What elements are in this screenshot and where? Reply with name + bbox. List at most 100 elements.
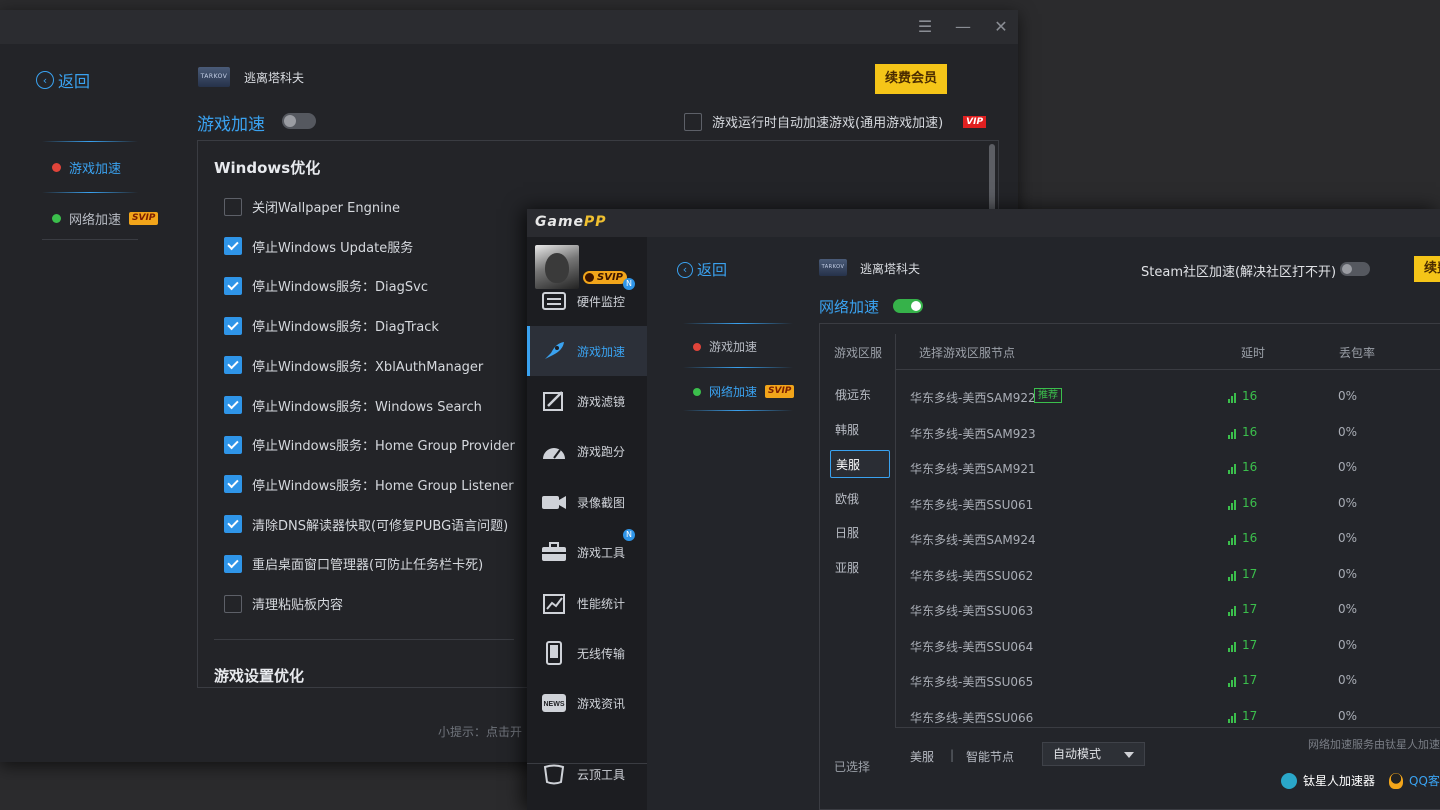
table-row[interactable]: 华东多线-美西SSU063 17 0% — [910, 592, 1440, 627]
nav-item[interactable]: 游戏滤镜 — [527, 376, 647, 426]
qq-support-link[interactable]: QQ客服 — [1409, 772, 1440, 789]
nav-item[interactable]: 游戏加速 — [527, 326, 647, 376]
section-title: 游戏加速 — [197, 115, 265, 135]
table-row[interactable]: 华东多线-美西SAM923 16 0% — [910, 415, 1440, 450]
option-item[interactable]: 停止Windows服务：DiagSvc — [224, 276, 428, 295]
steam-accel-toggle[interactable] — [1340, 262, 1370, 276]
back-button[interactable]: ‹ 返回 — [36, 68, 90, 92]
latency-value: 17 — [1242, 708, 1258, 723]
nav-item-label: 性能统计 — [577, 596, 626, 611]
table-row[interactable]: 华东多线-美西SAM921 16 0% — [910, 450, 1440, 485]
back-arrow-icon: ‹ — [677, 261, 693, 278]
option-item[interactable]: 清理粘贴板内容 — [224, 594, 343, 613]
table-row[interactable]: 华东多线-美西SSU065 17 0% — [910, 663, 1440, 698]
signal-bars-icon — [1228, 677, 1236, 687]
nav-item-label: 录像截图 — [577, 495, 626, 510]
divider — [895, 369, 1440, 370]
option-checkbox[interactable] — [224, 475, 242, 494]
table-row[interactable]: 华东多线-美西SAM922 推荐 16 0% — [910, 379, 1440, 414]
renew-vip-button[interactable]: 续费 — [1414, 256, 1440, 282]
option-item[interactable]: 停止Windows服务：Home Group Provider — [224, 435, 515, 454]
nav-item[interactable]: 无线传输 — [527, 628, 647, 678]
node-name: 华东多线-美西SAM922 — [910, 391, 1036, 405]
gamepp-main-window: GamePP SVIP 硬件监控 N 游戏加速 游戏滤镜 游戏跑分 录像截图 游戏工具 N 性能… — [527, 209, 1440, 810]
side-item-game-accel[interactable]: 游戏加速 — [52, 158, 121, 177]
vip-tag: VIP — [963, 115, 987, 128]
region-item[interactable]: 韩服 — [830, 416, 890, 444]
option-item[interactable]: 停止Windows服务：DiagTrack — [224, 316, 439, 335]
signal-bars-icon — [1228, 570, 1236, 581]
nav-item-label: 游戏滤镜 — [577, 394, 626, 409]
region-item[interactable]: 美服 — [830, 450, 890, 479]
option-label: 停止Windows服务：DiagTrack — [252, 320, 439, 336]
option-item[interactable]: 关闭Wallpaper Engnine — [224, 197, 400, 216]
nav-item[interactable]: 性能统计 — [527, 578, 647, 628]
option-checkbox[interactable] — [224, 197, 242, 216]
region-item[interactable]: 欧俄 — [830, 485, 890, 513]
back-button[interactable]: ‹ 返回 — [677, 259, 727, 280]
new-badge: N — [623, 529, 635, 541]
partner-name: 钛星人加速器 — [1303, 774, 1376, 788]
scrollbar[interactable] — [989, 144, 995, 214]
divider — [42, 239, 138, 240]
nav-item[interactable]: 游戏工具 N — [527, 527, 647, 577]
chart-icon — [541, 592, 567, 614]
option-checkbox[interactable] — [224, 515, 242, 534]
nav-item[interactable]: 云顶工具 — [527, 749, 647, 799]
recommend-tag: 推荐 — [1034, 388, 1062, 403]
option-item[interactable]: 停止Windows服务：Windows Search — [224, 396, 482, 415]
node-name: 华东多线-美西SSU066 — [910, 710, 1034, 725]
loss-value: 0% — [1338, 460, 1358, 474]
region-item[interactable]: 俄远东 — [830, 381, 890, 409]
nav-item[interactable]: 硬件监控 N — [527, 276, 647, 326]
option-label: 清除DNS解读器快取(可修复PUBG语言问题) — [252, 518, 509, 534]
option-checkbox[interactable] — [224, 554, 242, 573]
net-accel-toggle[interactable] — [893, 299, 923, 313]
side-item-net-accel[interactable]: 网络加速 SVIP — [52, 209, 159, 228]
renew-vip-button[interactable]: 续费会员 — [875, 64, 947, 94]
table-row[interactable]: 华东多线-美西SAM924 16 0% — [910, 521, 1440, 556]
option-checkbox[interactable] — [224, 435, 242, 454]
table-row[interactable]: 华东多线-美西SSU062 17 0% — [910, 557, 1440, 592]
option-label: 清理粘贴板内容 — [252, 598, 344, 613]
option-checkbox[interactable] — [224, 237, 242, 256]
table-row[interactable]: 华东多线-美西SSU061 16 0% — [910, 486, 1440, 521]
menu-icon[interactable]: ☰ — [914, 16, 936, 38]
option-item[interactable]: 停止Windows服务：XblAuthManager — [224, 356, 483, 375]
nav-item[interactable]: 游戏跑分 — [527, 426, 647, 476]
option-item[interactable]: 重启桌面窗口管理器(可防止任务栏卡死) — [224, 554, 483, 573]
game-accel-toggle[interactable] — [282, 113, 316, 129]
auto-accel-option[interactable]: 游戏运行时自动加速游戏(通用游戏加速) VIP — [684, 112, 987, 131]
option-label: 停止Windows服务：DiagSvc — [252, 280, 428, 296]
option-checkbox[interactable] — [224, 276, 242, 295]
option-checkbox[interactable] — [224, 316, 242, 335]
chevron-down-icon — [1124, 752, 1134, 758]
table-row[interactable]: 华东多线-美西SSU064 17 0% — [910, 628, 1440, 663]
side-item-net-accel[interactable]: 网络加速 SVIP — [693, 383, 795, 400]
game-name: 逃离塔科夫 — [244, 71, 305, 85]
side-item-game-accel[interactable]: 游戏加速 — [693, 338, 757, 355]
option-item[interactable]: 停止Windows Update服务 — [224, 237, 413, 256]
phone-icon — [541, 641, 567, 665]
steam-accel-label: Steam社区加速(解决社区打不开) — [1141, 265, 1337, 280]
table-row[interactable]: 华东多线-美西SSU066 17 0% — [910, 699, 1440, 734]
region-item[interactable]: 亚服 — [830, 554, 890, 582]
nav-item[interactable]: NEWS 游戏资讯 — [527, 678, 647, 728]
option-item[interactable]: 停止Windows服务：Home Group Listener — [224, 475, 514, 494]
latency-value: 17 — [1242, 637, 1258, 652]
mode-dropdown[interactable]: 自动模式 — [1042, 742, 1145, 766]
auto-accel-checkbox[interactable] — [684, 112, 702, 131]
nav-item[interactable]: 录像截图 — [527, 477, 647, 527]
game-settings-title: 游戏设置优化 — [214, 667, 305, 685]
divider-text: | — [950, 748, 955, 762]
option-checkbox[interactable] — [224, 396, 242, 414]
close-icon[interactable]: ✕ — [990, 16, 1012, 38]
hardware-monitor-icon — [541, 290, 567, 312]
latency-cell: 17 — [1228, 709, 1257, 723]
option-checkbox[interactable] — [224, 356, 242, 375]
minimize-icon[interactable]: — — [952, 16, 974, 38]
region-item[interactable]: 日服 — [830, 519, 890, 547]
option-item[interactable]: 清除DNS解读器快取(可修复PUBG语言问题) — [224, 515, 508, 534]
latency-cell: 16 — [1228, 425, 1257, 439]
option-checkbox[interactable] — [224, 594, 242, 613]
